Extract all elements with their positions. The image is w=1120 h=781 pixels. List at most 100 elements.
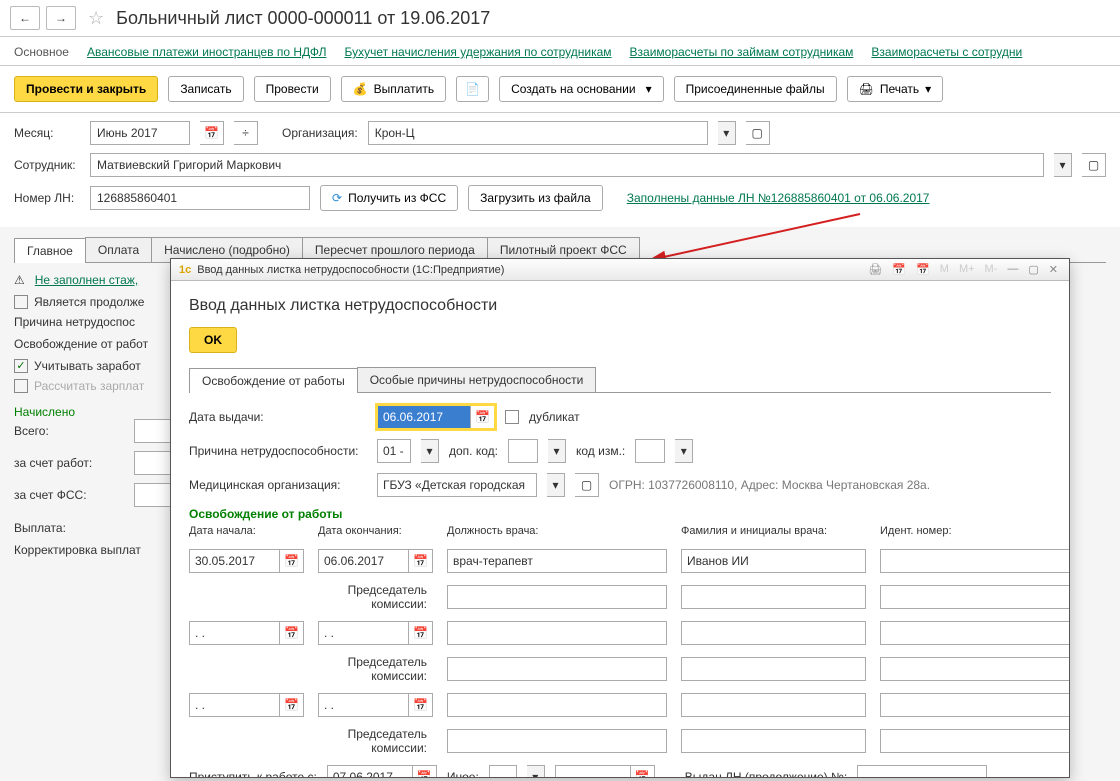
reason-code-input[interactable]: 01 -	[377, 439, 411, 463]
print-icon[interactable]: 🖨	[865, 263, 885, 276]
comm2-id[interactable]	[880, 657, 1069, 681]
org-input[interactable]: Крон-Ц	[368, 121, 708, 145]
tab-main[interactable]: Главное	[14, 238, 86, 263]
mminus-icon: M-	[982, 263, 1001, 276]
pay-button[interactable]: 💰Выплатить	[341, 76, 446, 102]
cal1-icon[interactable]: 📅	[889, 263, 909, 276]
r3-start[interactable]: . .	[189, 693, 280, 717]
comm3-id[interactable]	[880, 729, 1069, 753]
reason-dd[interactable]: ▾	[421, 439, 439, 463]
navlink-1[interactable]: Авансовые платежи иностранцев по НДФЛ	[87, 45, 326, 59]
r3-start-cal[interactable]: 📅	[280, 693, 304, 717]
chgcode-input[interactable]	[635, 439, 665, 463]
by-fss-input[interactable]	[134, 483, 174, 507]
favorite-icon[interactable]: ☆	[88, 8, 104, 29]
addcode-dd[interactable]: ▾	[548, 439, 566, 463]
navlink-3[interactable]: Взаиморасчеты по займам сотрудникам	[630, 45, 854, 59]
comm1-pos[interactable]	[447, 585, 667, 609]
r3-end-cal[interactable]: 📅	[409, 693, 433, 717]
create-on-base-button[interactable]: Создать на основании▾	[499, 76, 664, 102]
r2-ident[interactable]	[880, 621, 1069, 645]
employee-dropdown[interactable]: ▾	[1054, 153, 1072, 177]
month-calendar-icon[interactable]: 📅	[200, 121, 224, 145]
r1-position[interactable]: врач-терапевт	[447, 549, 667, 573]
r2-position[interactable]	[447, 621, 667, 645]
r3-doctor[interactable]	[681, 693, 866, 717]
org-dropdown[interactable]: ▾	[718, 121, 736, 145]
nav-fwd[interactable]: →	[46, 6, 76, 30]
dlg-tab-release[interactable]: Освобождение от работы	[189, 368, 358, 393]
comm3-doc[interactable]	[681, 729, 866, 753]
navlink-main[interactable]: Основное	[14, 45, 69, 59]
comm1-doc[interactable]	[681, 585, 866, 609]
r3-ident[interactable]	[880, 693, 1069, 717]
salary-chk[interactable]	[14, 359, 28, 373]
addcode-input[interactable]	[508, 439, 538, 463]
save-button[interactable]: Записать	[168, 76, 243, 102]
post-close-button[interactable]: Провести и закрыть	[14, 76, 158, 102]
navlink-4[interactable]: Взаиморасчеты с сотрудни	[871, 45, 1022, 59]
org-label: Организация:	[282, 126, 358, 140]
issue-date-calendar-icon[interactable]: 📅	[471, 405, 495, 429]
r2-start[interactable]: . .	[189, 621, 280, 645]
resume-date[interactable]: 07.06.2017	[327, 765, 413, 777]
report-icon-button[interactable]: 📄	[456, 76, 489, 102]
r1-start-cal[interactable]: 📅	[280, 549, 304, 573]
medorg-open-icon[interactable]: ▢	[575, 473, 599, 497]
filled-data-link[interactable]: Заполнены данные ЛН №126885860401 от 06.…	[627, 191, 930, 205]
r3-position[interactable]	[447, 693, 667, 717]
chgcode-dd[interactable]: ▾	[675, 439, 693, 463]
app-icon: 1c	[179, 264, 191, 276]
comm2-doc[interactable]	[681, 657, 866, 681]
navlink-2[interactable]: Бухучет начисления удержания по сотрудни…	[344, 45, 611, 59]
get-fss-button[interactable]: ⟳Получить из ФСС	[320, 185, 458, 211]
load-file-button[interactable]: Загрузить из файла	[468, 185, 603, 211]
issue-date-input[interactable]: 06.06.2017	[377, 405, 471, 429]
lnno-input[interactable]: 126885860401	[90, 186, 310, 210]
other-cal[interactable]: 📅	[631, 765, 655, 777]
dlg-tab-special[interactable]: Особые причины нетрудоспособности	[357, 367, 597, 392]
duplicate-chk[interactable]	[505, 410, 519, 424]
close-icon[interactable]: ✕	[1046, 263, 1061, 276]
tab-payment[interactable]: Оплата	[85, 237, 152, 262]
is-continuation-chk[interactable]	[14, 295, 28, 309]
issue-date-label: Дата выдачи:	[189, 410, 367, 424]
employee-open-icon[interactable]: ▢	[1082, 153, 1106, 177]
other-input[interactable]	[489, 765, 517, 777]
r1-ident[interactable]	[880, 549, 1069, 573]
comm3-pos[interactable]	[447, 729, 667, 753]
other-date[interactable]: . .	[555, 765, 631, 777]
print-button[interactable]: 🖨Печать▾	[847, 76, 944, 102]
nav-back[interactable]: ←	[10, 6, 40, 30]
r2-doctor[interactable]	[681, 621, 866, 645]
r2-end-cal[interactable]: 📅	[409, 621, 433, 645]
comm2-pos[interactable]	[447, 657, 667, 681]
minimize-icon[interactable]: —	[1004, 263, 1021, 276]
maximize-icon[interactable]: ▢	[1025, 263, 1041, 276]
r2-end[interactable]: . .	[318, 621, 409, 645]
warn-link[interactable]: Не заполнен стаж,	[35, 273, 138, 287]
post-button[interactable]: Провести	[254, 76, 331, 102]
r1-end-cal[interactable]: 📅	[409, 549, 433, 573]
org-open-icon[interactable]: ▢	[746, 121, 770, 145]
r3-end[interactable]: . .	[318, 693, 409, 717]
r1-doctor[interactable]: Иванов ИИ	[681, 549, 866, 573]
ok-button[interactable]: OK	[189, 327, 237, 353]
resume-cal[interactable]: 📅	[413, 765, 437, 777]
medorg-dd[interactable]: ▾	[547, 473, 565, 497]
total-input[interactable]	[134, 419, 174, 443]
employee-input[interactable]: Матвиевский Григорий Маркович	[90, 153, 1044, 177]
month-input[interactable]: Июнь 2017	[90, 121, 190, 145]
r1-end[interactable]: 06.06.2017	[318, 549, 409, 573]
comm1-id[interactable]	[880, 585, 1069, 609]
r1-start[interactable]: 30.05.2017	[189, 549, 280, 573]
attachments-button[interactable]: Присоединенные файлы	[674, 76, 837, 102]
r2-start-cal[interactable]: 📅	[280, 621, 304, 645]
month-label: Месяц:	[14, 126, 80, 140]
medorg-input[interactable]: ГБУЗ «Детская городская	[377, 473, 537, 497]
month-stepper[interactable]: ÷	[234, 121, 258, 145]
other-dd[interactable]: ▾	[527, 765, 545, 777]
cal2-icon[interactable]: 📅	[913, 263, 933, 276]
by-emp-input[interactable]	[134, 451, 174, 475]
cont-number-input[interactable]	[857, 765, 987, 777]
